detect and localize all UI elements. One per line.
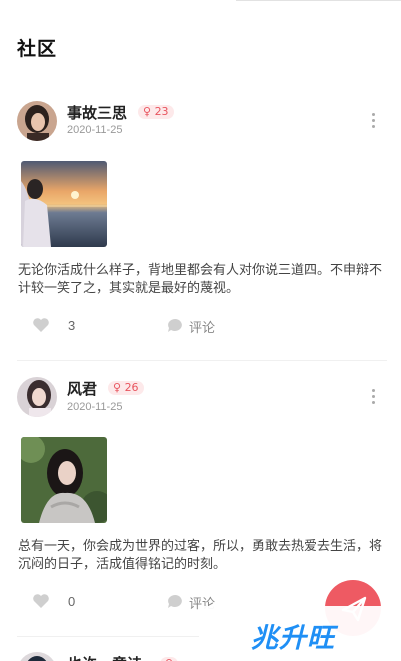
gender-age-badge: ♀ 26 [108, 381, 144, 395]
age-label: 26 [124, 381, 139, 394]
heart-icon[interactable] [32, 317, 50, 333]
like-count: 0 [68, 594, 76, 609]
page-title: 社区 [17, 38, 58, 60]
comment-icon[interactable] [167, 594, 183, 609]
avatar[interactable] [17, 101, 57, 141]
comment-button[interactable]: 评论 [189, 317, 215, 336]
comment-icon[interactable] [167, 318, 183, 333]
post-date: 2020-11-25 [67, 124, 123, 136]
post-image[interactable] [21, 161, 107, 247]
like-count: 3 [68, 318, 76, 333]
post-image[interactable] [21, 437, 107, 523]
username[interactable]: 风君 [67, 378, 97, 399]
age-label: 23 [154, 105, 169, 118]
top-divider [236, 0, 401, 1]
female-icon: ♀ [165, 657, 173, 661]
more-options-icon[interactable] [368, 111, 378, 131]
female-icon: ♀ [113, 381, 122, 394]
post-content: 无论你活成什么样子，背地里都会有人对你说三道四。不申辩不计较一笑了之，其实就是最… [18, 263, 383, 296]
avatar[interactable] [17, 652, 57, 661]
username[interactable]: 也许一意诗 [67, 653, 142, 661]
post-divider [17, 636, 199, 637]
username[interactable]: 事故三思 [67, 102, 127, 123]
post-content: 总有一天，你会成为世界的过客，所以，勇敢去热爱去生活，将沉闷的日子，活成值得铭记… [18, 539, 383, 572]
post-date: 2020-11-25 [67, 401, 123, 413]
gender-age-badge: ♀ [160, 657, 179, 661]
post-divider [17, 360, 387, 361]
female-icon: ♀ [143, 105, 152, 118]
watermark-logo: 兆升旺 [251, 623, 335, 654]
more-options-icon[interactable] [368, 387, 378, 407]
avatar[interactable] [17, 377, 57, 417]
heart-icon[interactable] [32, 593, 50, 609]
watermark: 兆升旺 [199, 606, 401, 661]
gender-age-badge: ♀ 23 [138, 105, 174, 119]
